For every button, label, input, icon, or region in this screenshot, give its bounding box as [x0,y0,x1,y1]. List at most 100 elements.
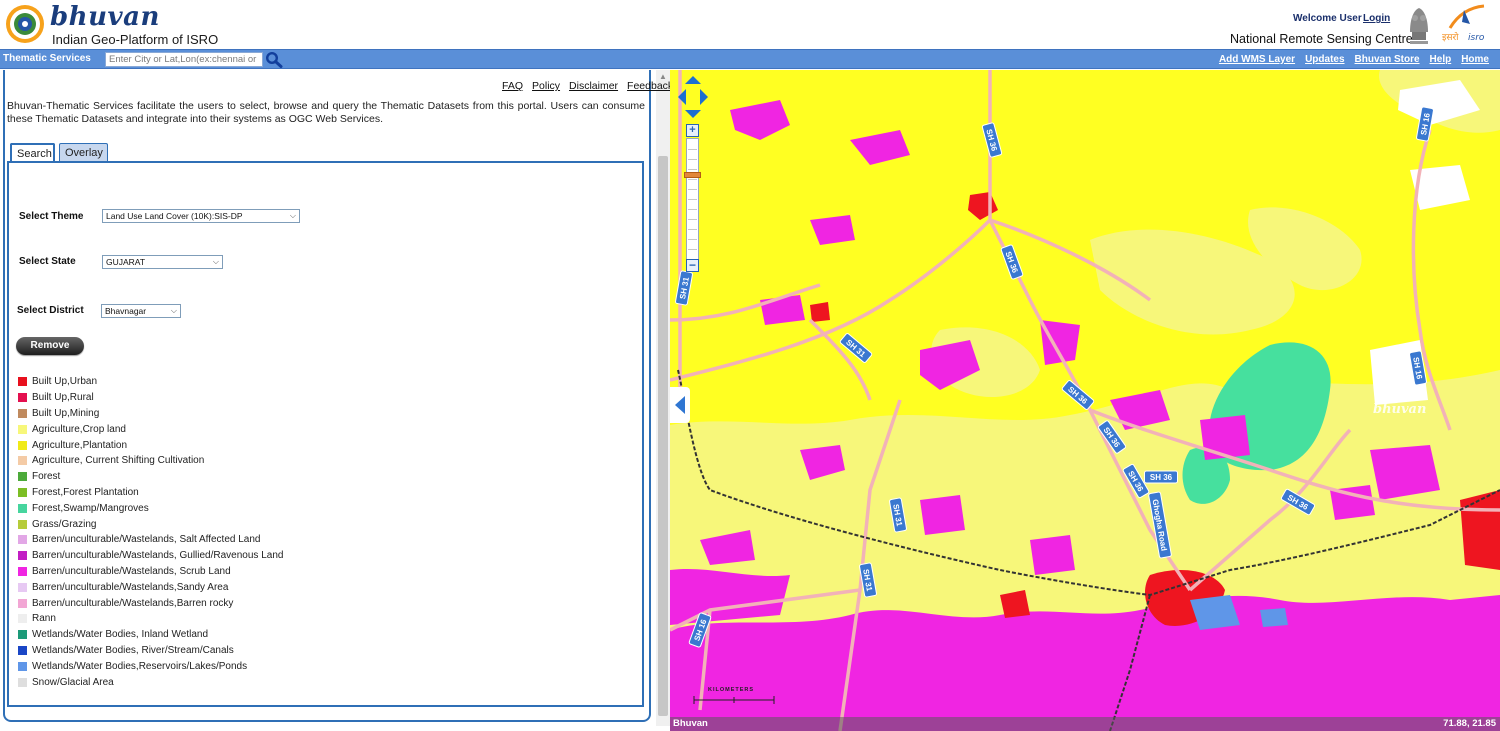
legend-item: Agriculture,Plantation [18,437,283,453]
legend-list: Built Up,Urban Built Up,Rural Built Up,Min… [18,374,283,690]
zoom-tick [688,209,697,210]
brand-name[interactable]: bhuvan [50,2,160,32]
legend-item: Wetlands/Water Bodies, Inland Wetland [18,627,283,643]
location-search-input[interactable] [105,52,263,67]
legend-label: Barren/unculturable/Wastelands, Scrub La… [32,565,231,577]
state-select-value: GUJARAT [106,257,146,267]
legend-swatch [18,535,27,545]
tab-overlay[interactable]: Overlay [59,143,108,162]
zoom-tick [688,239,697,240]
legend-swatch [18,582,27,592]
legend-item: Barren/unculturable/Wastelands,Sandy Are… [18,579,283,595]
legend-item: Barren/unculturable/Wastelands, Salt Aff… [18,532,283,548]
legend-swatch [18,630,27,640]
legend-item: Snow/Glacial Area [18,674,283,690]
theme-select[interactable]: Land Use Land Cover (10K):SIS-DP ⌵ [102,209,300,223]
legend-item: Barren/unculturable/Wastelands, Gullied/… [18,548,283,564]
svg-text:isro: isro [1468,33,1485,43]
nav-link-updates[interactable]: Updates [1305,54,1344,65]
arrow-left-icon [675,396,685,414]
district-select-value: Bhavnagar [105,306,147,316]
nav-link-home[interactable]: Home [1461,54,1489,65]
legend-label: Agriculture,Plantation [32,439,128,451]
legend-swatch [18,598,27,608]
map-canvas[interactable]: SH 36SH 36SH 31SH 36SH 36SH 36 SH 36SH 31… [670,70,1500,731]
legend-item: Barren/unculturable/Wastelands, Scrub La… [18,564,283,580]
legend-label: Agriculture,Crop land [32,423,126,435]
state-select[interactable]: GUJARAT ⌵ [102,255,223,269]
welcome-text: Welcome User [1293,13,1362,24]
legend-label: Built Up,Urban [32,376,98,388]
nav-links: Add WMS Layer Updates Bhuvan Store Help … [1219,54,1489,65]
svg-text:SH 36: SH 36 [1150,473,1173,482]
map-view[interactable]: SH 36 SH 36 SH 31 SH 36 SH 36 SH 36 SH 36 SH 31… [670,70,1500,731]
status-brand: Bhuvan [673,718,708,729]
legend-label: Agriculture, Current Shifting Cultivatio… [32,455,205,467]
tab-search[interactable]: Search [10,143,55,162]
zoom-tick [688,159,697,160]
legend-label: Forest,Forest Plantation [32,486,139,498]
legend-swatch [18,503,27,513]
cursor-coordinates: 71.88, 21.85 [1443,718,1496,729]
legend-label: Forest [32,471,61,483]
remove-button[interactable]: Remove [16,337,84,355]
theme-select-value: Land Use Land Cover (10K):SIS-DP [106,211,243,221]
zoom-tick [688,149,697,150]
nav-link-bhuvan-store[interactable]: Bhuvan Store [1355,54,1420,65]
legend-swatch [18,661,27,671]
legend-item: Forest,Forest Plantation [18,485,283,501]
legend-item: Barren/unculturable/Wastelands,Barren ro… [18,595,283,611]
legend-swatch [18,440,27,450]
chevron-down-icon: ⌵ [212,257,219,266]
legend-item: Built Up,Rural [18,390,283,406]
legend-label: Forest,Swamp/Mangroves [32,502,149,514]
legend-item: Rann [18,611,283,627]
zoom-tick [688,179,697,180]
legend-swatch [18,408,27,418]
legend-item: Grass/Grazing [18,516,283,532]
zoom-tick [688,229,697,230]
panel-scrollbar[interactable] [656,84,670,726]
scale-bar: KILOMETERS [692,687,776,707]
legend-swatch [18,566,27,576]
login-link[interactable]: Login [1363,13,1390,24]
select-theme-label: Select Theme [19,211,84,222]
legend-swatch [18,677,27,687]
legend-label: Barren/unculturable/Wastelands,Barren ro… [32,597,234,609]
nav-link-add-wms-layer[interactable]: Add WMS Layer [1219,54,1295,65]
nav-link-help[interactable]: Help [1430,54,1452,65]
legend-item: Built Up,Urban [18,374,283,390]
map-watermark: bhuvan [1373,402,1427,417]
national-emblem-icon [1410,8,1428,44]
faq-link[interactable]: FAQ [502,80,523,92]
legend-item: Forest,Swamp/Mangroves [18,500,283,516]
legend-swatch [18,424,27,434]
legend-swatch [18,377,27,387]
scrollbar-thumb[interactable] [658,156,668,716]
legend-item: Forest [18,469,283,485]
zoom-slider-track[interactable] [686,138,699,272]
svg-text:इसरो: इसरो [1442,31,1459,43]
collapse-panel-button[interactable] [670,387,690,423]
legend-swatch [18,551,27,561]
zoom-tick [688,199,697,200]
policy-link[interactable]: Policy [532,80,560,92]
feedback-link[interactable]: Feedback [627,80,673,92]
legend-swatch [18,487,27,497]
legend-label: Barren/unculturable/Wastelands, Salt Aff… [32,534,261,546]
zoom-out-button[interactable]: − [686,259,699,272]
district-select[interactable]: Bhavnagar ⌵ [101,304,181,318]
legend-label: Snow/Glacial Area [32,676,114,688]
pan-control-icon[interactable] [678,76,708,118]
legend-swatch [18,393,27,403]
bhuvan-logo-icon[interactable] [4,3,46,45]
disclaimer-link[interactable]: Disclaimer [569,80,618,92]
intro-text: Bhuvan-Thematic Services facilitate the … [7,100,645,125]
zoom-in-button[interactable]: + [686,124,699,137]
search-icon[interactable] [265,51,283,68]
select-district-label: Select District [17,305,84,316]
thematic-services-label[interactable]: Thematic Services [3,53,91,64]
legend-label: Wetlands/Water Bodies, River/Stream/Cana… [32,644,234,656]
legend-swatch [18,519,27,529]
zoom-slider-handle[interactable] [684,172,701,178]
